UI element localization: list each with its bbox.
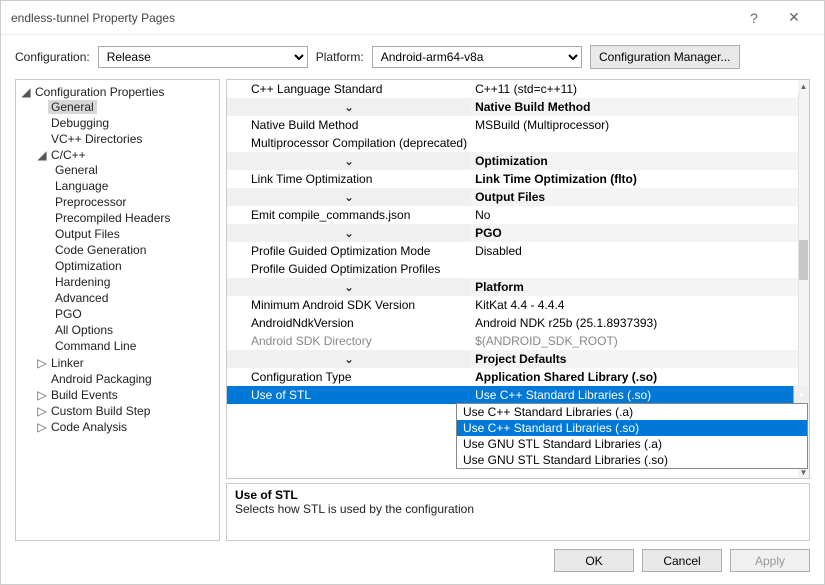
- tree-c-hardening[interactable]: Hardening: [52, 275, 113, 289]
- cancel-button[interactable]: Cancel: [642, 549, 722, 572]
- chevron-right-icon[interactable]: ▷: [36, 404, 48, 418]
- platform-label: Platform:: [316, 50, 364, 64]
- tree-code-analysis[interactable]: Code Analysis: [48, 420, 130, 434]
- dialog-buttons: OK Cancel Apply: [1, 541, 824, 584]
- window-title: endless-tunnel Property Pages: [11, 11, 734, 25]
- collapse-icon[interactable]: ⌄: [227, 224, 471, 242]
- row-sdk-dir: Android SDK Directory$(ANDROID_SDK_ROOT): [227, 332, 809, 350]
- row-mp-compile: Multiprocessor Compilation (deprecated): [227, 134, 809, 152]
- chevron-right-icon[interactable]: ▷: [36, 388, 48, 402]
- desc-text: Selects how STL is used by the configura…: [235, 502, 801, 516]
- tree-c-output[interactable]: Output Files: [52, 227, 123, 241]
- tree-linker[interactable]: Linker: [48, 356, 87, 370]
- tree-build-events[interactable]: Build Events: [48, 388, 121, 402]
- chevron-right-icon[interactable]: ▷: [36, 356, 48, 370]
- platform-select[interactable]: Android-arm64-v8a: [372, 46, 582, 68]
- tree-c-pgo[interactable]: PGO: [52, 307, 85, 321]
- property-grid[interactable]: ▲ ▼ C++ Language StandardC++11 (std=c++1…: [226, 79, 810, 479]
- help-icon[interactable]: ?: [734, 10, 774, 26]
- stl-value: Use C++ Standard Libraries (.so): [475, 388, 651, 402]
- tree-c-general[interactable]: General: [52, 163, 101, 177]
- collapse-icon[interactable]: ⌄: [227, 350, 471, 368]
- cat-pgo: ⌄PGO: [227, 224, 809, 242]
- desc-heading: Use of STL: [235, 488, 801, 502]
- tree-vcdirs[interactable]: VC++ Directories: [48, 132, 145, 146]
- tree-c-advanced[interactable]: Advanced: [52, 291, 111, 305]
- configuration-select[interactable]: Release: [98, 46, 308, 68]
- tree-c-preprocessor[interactable]: Preprocessor: [52, 195, 129, 209]
- cat-native: ⌄Native Build Method: [227, 98, 809, 116]
- scroll-thumb[interactable]: [799, 240, 808, 280]
- row-pgo-profiles: Profile Guided Optimization Profiles: [227, 260, 809, 278]
- nav-tree[interactable]: ◢Configuration Properties General Debugg…: [15, 79, 220, 541]
- ok-button[interactable]: OK: [554, 549, 634, 572]
- row-native-method: Native Build MethodMSBuild (Multiprocess…: [227, 116, 809, 134]
- cat-defaults: ⌄Project Defaults: [227, 350, 809, 368]
- tree-general[interactable]: General: [48, 100, 97, 114]
- tree-c-all[interactable]: All Options: [52, 323, 116, 337]
- collapse-icon[interactable]: ⌄: [227, 152, 471, 170]
- row-cfg-type: Configuration TypeApplication Shared Lib…: [227, 368, 809, 386]
- property-pages-dialog: endless-tunnel Property Pages ? ✕ Config…: [0, 0, 825, 585]
- chevron-down-icon[interactable]: ◢: [36, 148, 48, 162]
- tree-debugging[interactable]: Debugging: [48, 116, 112, 130]
- row-lto: Link Time OptimizationLink Time Optimiza…: [227, 170, 809, 188]
- tree-android-pkg[interactable]: Android Packaging: [48, 372, 155, 386]
- cat-platform: ⌄Platform: [227, 278, 809, 296]
- configuration-manager-button[interactable]: Configuration Manager...: [590, 45, 740, 69]
- row-ndk-ver: AndroidNdkVersionAndroid NDK r25b (25.1.…: [227, 314, 809, 332]
- tree-custom-build[interactable]: Custom Build Step: [48, 404, 153, 418]
- collapse-icon[interactable]: ⌄: [227, 98, 471, 116]
- stl-dropdown[interactable]: Use C++ Standard Libraries (.a) Use C++ …: [456, 403, 808, 469]
- scroll-up-icon[interactable]: ▲: [798, 80, 809, 92]
- tree-c-pch[interactable]: Precompiled Headers: [52, 211, 173, 225]
- row-cpp-std: C++ Language StandardC++11 (std=c++11): [227, 80, 809, 98]
- cat-opt: ⌄Optimization: [227, 152, 809, 170]
- tree-c-opt[interactable]: Optimization: [52, 259, 125, 273]
- chevron-down-icon[interactable]: ◢: [20, 85, 32, 99]
- row-use-stl: Use of STLUse C++ Standard Libraries (.s…: [227, 386, 809, 404]
- row-min-sdk: Minimum Android SDK VersionKitKat 4.4 - …: [227, 296, 809, 314]
- cat-out: ⌄Output Files: [227, 188, 809, 206]
- description-panel: Use of STL Selects how STL is used by th…: [226, 483, 810, 541]
- tree-root[interactable]: Configuration Properties: [32, 85, 167, 99]
- stl-option-a[interactable]: Use C++ Standard Libraries (.a): [457, 404, 807, 420]
- apply-button[interactable]: Apply: [730, 549, 810, 572]
- stl-option-gnu-so[interactable]: Use GNU STL Standard Libraries (.so): [457, 452, 807, 468]
- row-pgo-mode: Profile Guided Optimization ModeDisabled: [227, 242, 809, 260]
- tree-c-language[interactable]: Language: [52, 179, 111, 193]
- close-icon[interactable]: ✕: [774, 9, 814, 26]
- tree-ccpp[interactable]: C/C++: [48, 148, 89, 162]
- configuration-label: Configuration:: [15, 50, 90, 64]
- collapse-icon[interactable]: ⌄: [227, 278, 471, 296]
- row-emit-cc: Emit compile_commands.jsonNo: [227, 206, 809, 224]
- collapse-icon[interactable]: ⌄: [227, 188, 471, 206]
- stl-option-gnu-a[interactable]: Use GNU STL Standard Libraries (.a): [457, 436, 807, 452]
- chevron-right-icon[interactable]: ▷: [36, 420, 48, 434]
- tree-c-codegen[interactable]: Code Generation: [52, 243, 149, 257]
- titlebar: endless-tunnel Property Pages ? ✕: [1, 1, 824, 35]
- config-toolbar: Configuration: Release Platform: Android…: [1, 35, 824, 73]
- stl-option-so[interactable]: Use C++ Standard Libraries (.so): [457, 420, 807, 436]
- chevron-down-icon[interactable]: ▾: [793, 386, 809, 404]
- tree-c-cmd[interactable]: Command Line: [52, 339, 139, 353]
